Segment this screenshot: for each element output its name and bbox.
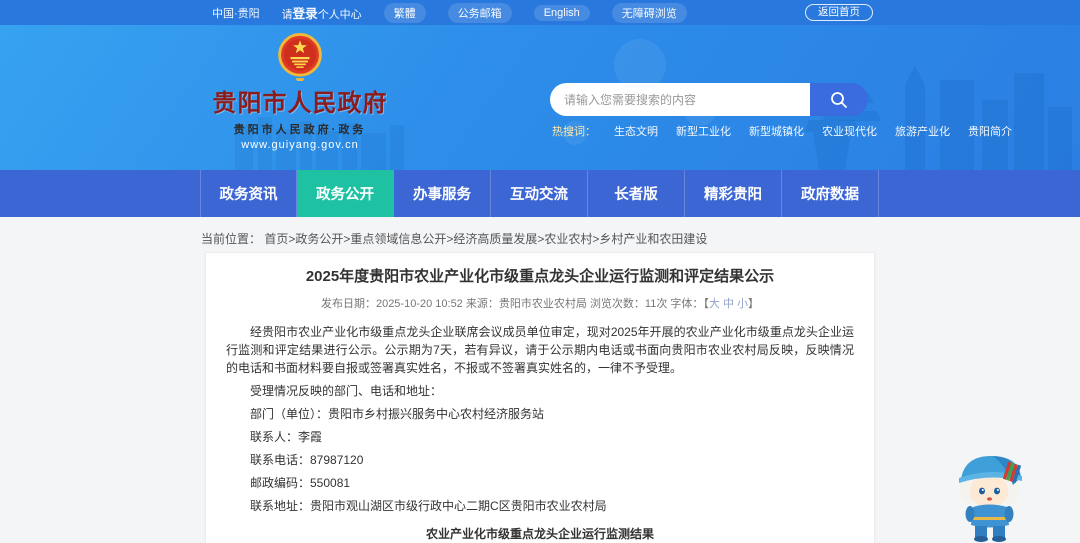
mascot-character[interactable]	[945, 447, 1037, 543]
cityscape-silhouette	[235, 39, 1072, 170]
article-meta: 发布日期：2025-10-20 10:52 来源：贵阳市农业农村局 浏览次数：1…	[226, 295, 854, 311]
site-logo-block[interactable]: 贵阳市人民政府 贵阳市人民政府·政务 www.guiyang.gov.cn	[200, 33, 400, 151]
search-button[interactable]	[810, 83, 868, 116]
hot-word-3[interactable]: 新型城镇化	[749, 123, 804, 139]
hot-word-5[interactable]: 旅游产业化	[895, 123, 950, 139]
nav-item-hudong-jiaoliu[interactable]: 互动交流	[491, 170, 588, 217]
hot-word-1[interactable]: 生态文明	[614, 123, 658, 139]
paragraph-contact-person: 联系人：李霞	[250, 430, 323, 444]
hot-words-label: 热搜词：	[552, 126, 596, 138]
site-url: www.guiyang.gov.cn	[241, 139, 359, 151]
hot-word-6[interactable]: 贵阳简介	[968, 123, 1012, 139]
publish-date: 发布日期：2025-10-20 10:52	[320, 298, 463, 310]
font-size-large-button[interactable]: 大	[709, 298, 720, 310]
font-size-medium-button[interactable]: 中	[723, 298, 734, 310]
view-count: 浏览次数：11次	[589, 298, 668, 310]
site-banner: 贵阳市人民政府 贵阳市人民政府·政务 www.guiyang.gov.cn 热搜…	[0, 25, 1080, 170]
nav-item-zhengfu-shuju[interactable]: 政府数据	[782, 170, 879, 217]
search-bar	[550, 83, 868, 116]
breadcrumb: 当前位置： 首页>政务公开>重点领域信息公开>经济高质量发展>农业农村>乡村产业…	[201, 230, 707, 247]
paragraph-announcement: 经贵阳市农业产业化市级重点龙头企业联席会议成员单位审定，现对2025年开展的农业…	[226, 325, 854, 375]
nav-item-jingcai-guiyang[interactable]: 精彩贵阳	[685, 170, 782, 217]
font-size-small-button[interactable]: 小	[737, 298, 748, 310]
traditional-chinese-link[interactable]: 繁體	[383, 2, 426, 23]
top-utility-bar: 中国·贵阳 请登录个人中心 繁體 公务邮箱 English 无障碍浏览 返回首页	[0, 0, 1080, 25]
main-nav: 政务资讯 政务公开 办事服务 互动交流 长者版 精彩贵阳 政府数据	[0, 170, 1080, 217]
national-emblem-icon	[278, 33, 322, 81]
site-title: 贵阳市人民政府	[212, 91, 388, 117]
search-input[interactable]	[550, 83, 810, 116]
login-link[interactable]: 请登录个人中心	[282, 3, 362, 22]
paragraph-department: 部门（单位）：贵阳市乡村振兴服务中心农村经济服务站	[250, 407, 545, 421]
article-card: 2025年度贵阳市农业产业化市级重点龙头企业运行监测和评定结果公示 发布日期：2…	[205, 252, 875, 543]
english-link[interactable]: English	[533, 4, 590, 21]
article-title: 2025年度贵阳市农业产业化市级重点龙头企业运行监测和评定结果公示	[305, 268, 775, 285]
hot-word-2[interactable]: 新型工业化	[676, 123, 731, 139]
page: 中国·贵阳 请登录个人中心 繁體 公务邮箱 English 无障碍浏览 返回首页	[0, 0, 1080, 543]
breadcrumb-label: 当前位置：	[201, 232, 262, 246]
article-source: 来源：贵阳市农业农村局	[465, 298, 587, 310]
hot-word-4[interactable]: 农业现代化	[822, 123, 877, 139]
hot-search-words: 热搜词： 生态文明 新型工业化 新型城镇化 农业现代化 旅游产业化 贵阳简介	[552, 123, 1012, 139]
official-mail-link[interactable]: 公务邮箱	[447, 2, 512, 23]
nav-item-zhengwu-zixun[interactable]: 政务资讯	[200, 170, 297, 217]
nav-item-banshi-fuwu[interactable]: 办事服务	[394, 170, 491, 217]
breadcrumb-path[interactable]: 首页>政务公开>重点领域信息公开>经济高质量发展>农业农村>乡村产业和农田建设	[264, 232, 707, 246]
paragraph-phone: 联系电话：87987120	[250, 453, 364, 467]
nav-item-zhengwu-gongkai[interactable]: 政务公开	[297, 170, 394, 217]
table-title: 农业产业化市级重点龙头企业运行监测结果	[425, 527, 654, 541]
paragraph-address: 联系地址：贵阳市观山湖区市级行政中心二期C区贵阳市农业农村局	[250, 499, 607, 513]
paragraph-postcode: 邮政编码：550081	[250, 476, 351, 490]
return-home-button[interactable]: 返回首页	[805, 4, 873, 21]
login-bold: 登录	[292, 7, 318, 21]
accessibility-link[interactable]: 无障碍浏览	[611, 2, 687, 23]
font-size-label: 字体：	[670, 298, 704, 310]
login-prefix: 请	[281, 9, 293, 21]
paragraph-contact-intro: 受理情况反映的部门、电话和地址：	[250, 384, 443, 398]
article-body: 经贵阳市农业产业化市级重点龙头企业联席会议成员单位审定，现对2025年开展的农业…	[226, 323, 854, 515]
search-icon	[831, 91, 847, 108]
site-subtitle: 贵阳市人民政府·政务	[233, 124, 367, 136]
nav-item-zhangzheban[interactable]: 长者版	[588, 170, 685, 217]
bracket-close: 】	[748, 298, 760, 310]
region-link[interactable]: 中国·贵阳	[212, 5, 260, 21]
login-suffix: 个人中心	[317, 9, 362, 21]
